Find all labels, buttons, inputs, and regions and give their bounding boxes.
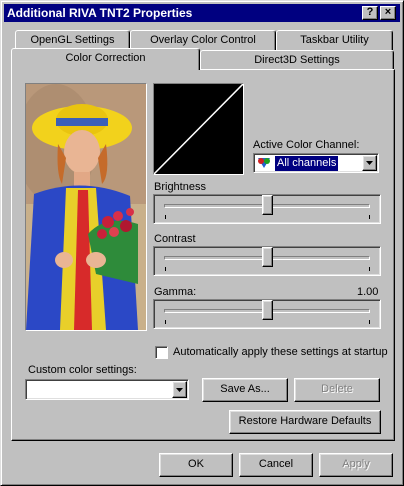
brightness-slider-thumb[interactable] [261,195,273,215]
auto-apply-checkbox[interactable] [155,346,168,359]
rgb-channels-icon [257,157,271,169]
active-channel-value: All channels [275,156,339,171]
gamma-tick-min [165,320,166,324]
window-title: Additional RIVA TNT2 Properties [7,6,193,20]
gamma-slider-thumb[interactable] [261,300,273,320]
photo-preview [25,83,147,331]
contrast-tick-min [165,267,166,271]
restore-defaults-button[interactable]: Restore Hardware Defaults [229,410,381,434]
tab-direct3d-settings[interactable]: Direct3D Settings [200,50,394,70]
dropdown-arrow-button[interactable] [362,155,377,171]
gamma-value: 1.00 [357,286,379,298]
chevron-down-icon [176,388,183,392]
gamma-curve-line [153,83,244,175]
brightness-tick-max [369,215,370,219]
tab-overlay-color-control[interactable]: Overlay Color Control [130,30,276,50]
custom-settings-label: Custom color settings: [28,364,137,376]
chevron-down-icon [366,161,373,165]
brightness-slider-frame [153,194,381,224]
auto-apply-label[interactable]: Automatically apply these settings at st… [173,346,388,358]
title-bar[interactable]: Additional RIVA TNT2 Properties ? × [4,4,400,22]
active-channel-label: Active Color Channel: [253,139,360,151]
contrast-tick-max [369,267,370,271]
gamma-slider-frame [153,299,381,329]
tab-opengl-settings[interactable]: OpenGL Settings [15,30,130,50]
custom-settings-arrow-button[interactable] [172,381,187,398]
gamma-label: Gamma: [154,286,197,298]
woman-photo-image [26,84,146,330]
close-button[interactable]: × [380,6,396,20]
save-as-button[interactable]: Save As... [202,378,288,402]
help-button[interactable]: ? [362,6,378,20]
active-channel-dropdown[interactable]: All channels [253,153,379,173]
apply-button[interactable]: Apply [319,453,393,477]
properties-window: Additional RIVA TNT2 Properties ? × Open… [0,0,404,486]
tab-color-correction[interactable]: Color Correction [11,48,200,70]
contrast-slider-thumb[interactable] [261,247,273,267]
contrast-label: Contrast [154,233,196,245]
cancel-button[interactable]: Cancel [239,453,313,477]
tab-taskbar-utility[interactable]: Taskbar Utility [276,30,393,50]
gamma-tick-max [369,320,370,324]
brightness-label: Brightness [154,181,206,193]
ok-button[interactable]: OK [159,453,233,477]
custom-settings-dropdown[interactable] [25,379,189,400]
gamma-curve-preview [153,83,244,175]
brightness-tick-min [165,215,166,219]
delete-button[interactable]: Delete [294,378,380,402]
contrast-slider-frame [153,246,381,276]
